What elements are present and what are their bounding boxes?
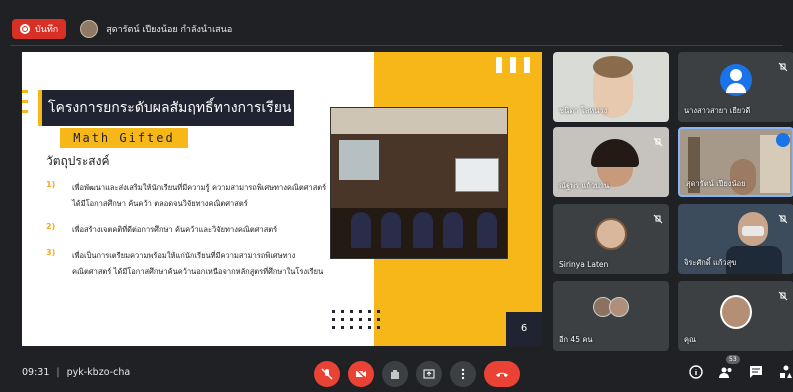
record-icon	[20, 24, 30, 34]
people-icon	[719, 367, 732, 378]
objective-number: 3)	[46, 248, 56, 257]
objective-number: 2)	[46, 222, 56, 231]
more-options-button[interactable]	[450, 361, 476, 387]
classroom-photo	[330, 107, 508, 259]
meeting-details: 09:31 | pyk-kbzo-cha	[22, 367, 131, 378]
participant-name: ชนิดา โลหนาง	[559, 106, 608, 115]
speaking-indicator-icon	[776, 133, 790, 147]
mic-off-icon	[778, 57, 788, 72]
participant-tile[interactable]: ชนิดา โลหนาง	[553, 52, 669, 122]
meet-window: บันทึก สุดารัตน์ เปียงน้อย กำลังนำเสนอ โ…	[0, 0, 793, 392]
record-label: บันทึก	[35, 25, 59, 35]
side-controls: 53	[688, 355, 793, 380]
slide-decoration-dots	[332, 310, 381, 329]
participant-tile[interactable]: จิระศักดิ์ แก้วสุข	[678, 204, 793, 274]
objective-text: เพื่อพัฒนาและส่งเสริมให้นักเรียนที่มีควา…	[72, 183, 327, 208]
participant-name: Sirinya Laten	[559, 260, 609, 269]
clock-time: 09:31	[22, 367, 50, 378]
presenter-text: สุดารัตน์ เปียงน้อย กำลังนำเสนอ	[106, 25, 233, 35]
people-count-badge: 53	[726, 355, 740, 364]
objective-text: เพื่อสร้างเจตคติที่ดีต่อการศึกษา ค้นคว้า…	[72, 225, 278, 234]
participant-tile[interactable]: Sirinya Laten	[553, 204, 669, 274]
presenter-info: สุดารัตน์ เปียงน้อย กำลังนำเสนอ	[80, 20, 232, 38]
participant-name: นางสาวสายา เยียวดี	[684, 106, 751, 115]
record-button[interactable]: บันทึก	[12, 19, 67, 39]
slide-subtitle: Math Gifted	[60, 128, 188, 148]
mic-off-icon	[321, 368, 333, 380]
objective-text: เพื่อเป็นการเตรียมความพร้อมให้แก่นักเรีย…	[72, 251, 324, 276]
mic-off-icon	[653, 209, 663, 224]
shared-slide: โครงการยกระดับผลสัมฤทธิ์ทางการเรียน Math…	[22, 52, 542, 346]
leave-call-button[interactable]	[484, 361, 520, 387]
call-controls	[314, 361, 520, 387]
slide-page-number: 6	[506, 312, 542, 346]
activities-button[interactable]	[778, 364, 793, 380]
objectives-heading: วัตถุประสงค์	[46, 154, 110, 168]
people-button[interactable]: 53	[718, 355, 740, 380]
objective-item: 2) เพื่อสร้างเจตคติที่ดีต่อการศึกษา ค้นค…	[46, 222, 336, 238]
info-icon	[689, 365, 703, 379]
hangup-icon	[496, 372, 508, 377]
more-icon	[461, 368, 465, 380]
mic-toggle-button[interactable]	[314, 361, 340, 387]
mic-off-icon	[653, 132, 663, 147]
raise-hand-icon	[391, 370, 399, 379]
participant-tile[interactable]: อีก 45 คน	[553, 281, 669, 351]
mic-off-icon	[778, 209, 788, 224]
slide-decoration-stripes	[22, 90, 28, 120]
slide-decoration-bars	[496, 57, 530, 73]
present-icon	[423, 369, 435, 379]
slide-title: โครงการยกระดับผลสัมฤทธิ์ทางการเรียน	[38, 90, 294, 126]
meeting-info-button[interactable]	[688, 364, 704, 380]
participant-name: สุดารัตน์ เปียงน้อย	[686, 179, 746, 188]
participant-tile[interactable]: ณัฐพร แก้วปาน	[553, 127, 669, 197]
objective-number: 1)	[46, 180, 56, 189]
bottom-bar: 09:31 | pyk-kbzo-cha 53	[0, 355, 793, 392]
raise-hand-button[interactable]	[382, 361, 408, 387]
participant-tile[interactable]: สุดารัตน์ เปียงน้อย	[678, 127, 793, 197]
meeting-code: pyk-kbzo-cha	[66, 367, 131, 378]
chat-icon	[750, 366, 762, 378]
participant-tile[interactable]: นางสาวสายา เยียวดี	[678, 52, 793, 122]
chat-button[interactable]	[748, 364, 764, 380]
presenter-avatar	[80, 20, 99, 38]
objective-item: 3) เพื่อเป็นการเตรียมความพร้อมให้แก่นักเ…	[46, 248, 336, 280]
participant-name: คุณ	[684, 335, 696, 344]
divider	[10, 45, 783, 46]
objectives-list: 1) เพื่อพัฒนาและส่งเสริมให้นักเรียนที่มี…	[46, 180, 336, 290]
mic-off-icon	[778, 286, 788, 301]
camera-off-icon	[355, 368, 367, 380]
participant-tile[interactable]: คุณ	[678, 281, 793, 351]
camera-toggle-button[interactable]	[348, 361, 374, 387]
participant-name: จิระศักดิ์ แก้วสุข	[684, 258, 737, 267]
activities-icon	[780, 365, 792, 378]
top-bar: บันทึก สุดารัตน์ เปียงน้อย กำลังนำเสนอ	[12, 18, 232, 40]
present-button[interactable]	[416, 361, 442, 387]
objective-item: 1) เพื่อพัฒนาและส่งเสริมให้นักเรียนที่มี…	[46, 180, 336, 212]
participant-name: ณัฐพร แก้วปาน	[559, 181, 610, 190]
participant-name: อีก 45 คน	[559, 335, 593, 344]
